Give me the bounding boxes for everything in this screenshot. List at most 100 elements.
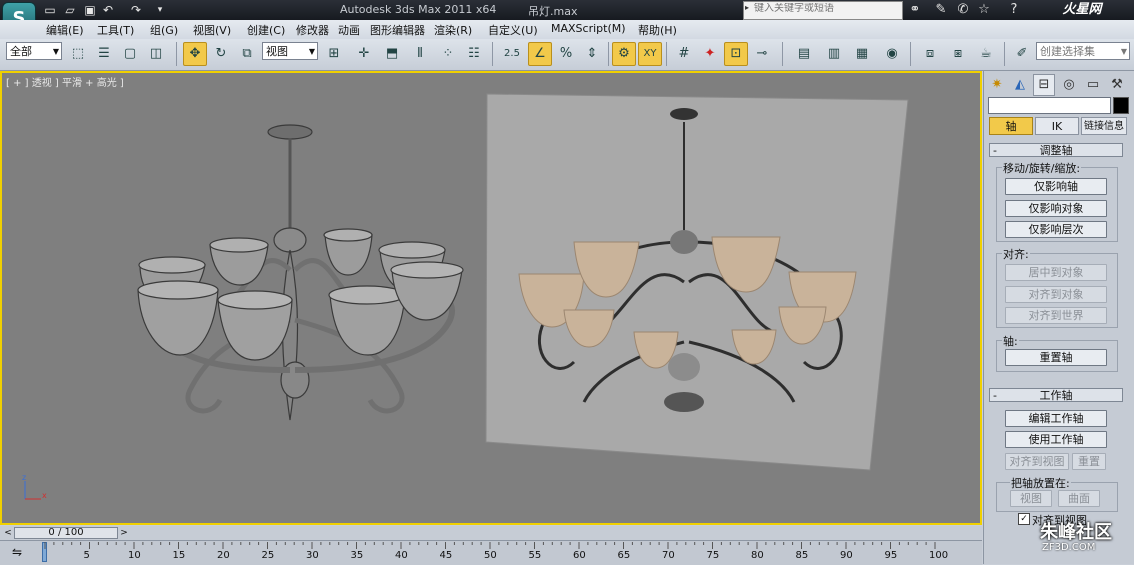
create-tab-icon[interactable]: ✷ [986, 74, 1008, 96]
working-pivot-rollout[interactable]: - 工作轴 [989, 388, 1123, 402]
window-crossing-icon[interactable]: ◫ [144, 42, 168, 66]
spinner-snap-icon[interactable]: ⇕ [580, 42, 604, 66]
object-name-field[interactable] [988, 97, 1111, 114]
chevron-down-icon: ▼ [52, 47, 59, 56]
track-bar-tick-label: 10 [128, 550, 141, 561]
teapot-render-icon[interactable]: ☕ [974, 42, 998, 66]
vertex-snap-icon[interactable]: ⊡ [724, 42, 748, 66]
align-to-view-checkbox[interactable]: ✓ [1018, 513, 1030, 525]
affect-object-only-button[interactable]: 仅影响对象 [1005, 200, 1107, 217]
tools-icon[interactable]: ✎ [932, 1, 950, 19]
object-color-swatch[interactable] [1113, 97, 1129, 114]
chandelier-3d-model[interactable] [130, 120, 470, 440]
place-view-button[interactable]: 视图 [1010, 490, 1052, 507]
display-tab-icon[interactable]: ▭ [1082, 74, 1104, 96]
redo-icon[interactable]: ↷ [128, 2, 144, 18]
save-file-icon[interactable]: ▣ [82, 2, 98, 18]
toolbar-separator [910, 42, 911, 66]
menu-customize[interactable]: 自定义(U) [488, 22, 538, 38]
menu-rendering[interactable]: 渲染(R) [434, 22, 472, 38]
time-slider-frame[interactable]: 0 / 100 [14, 527, 118, 539]
layer-manager-icon[interactable]: ☷ [462, 42, 486, 66]
axis-tripod [24, 481, 41, 500]
menu-maxscript[interactable]: MAXScript(M) [551, 22, 626, 35]
undo-icon[interactable]: ↶ [100, 2, 116, 18]
help-icon[interactable]: ? [1005, 1, 1023, 19]
search-expand-icon[interactable]: ▸ [745, 3, 749, 12]
tab-link-info[interactable]: 链接信息 [1081, 117, 1127, 135]
select-by-name-icon[interactable]: ☰ [92, 42, 116, 66]
tab-pivot[interactable]: 轴 [989, 117, 1033, 135]
affect-hierarchy-only-button[interactable]: 仅影响层次 [1005, 221, 1107, 238]
rendered-frame-icon[interactable]: ⧈ [918, 42, 942, 66]
select-manipulate-icon[interactable]: ✛ [352, 42, 376, 66]
angle-snap-icon[interactable]: ∠ [528, 42, 552, 66]
time-slider-next-button[interactable]: > [118, 527, 130, 539]
axis-constraint-xy-icon[interactable]: XY [638, 42, 662, 66]
search-input[interactable] [754, 3, 894, 14]
brand-logo: 火星网 [1062, 2, 1102, 17]
mirror-icon[interactable]: ⫴ [408, 42, 432, 66]
menu-animation[interactable]: 动画 [338, 22, 360, 38]
use-working-pivot-button[interactable]: 使用工作轴 [1005, 431, 1107, 448]
binoculars-icon[interactable]: ⚭ [906, 1, 924, 19]
communication-icon[interactable]: ✆ [954, 1, 972, 19]
center-to-object-button[interactable]: 居中到对象 [1005, 264, 1107, 281]
selection-filter-dropdown[interactable]: 全部 ▼ [6, 42, 62, 60]
favorites-icon[interactable]: ☆ [975, 1, 993, 19]
menu-views[interactable]: 视图(V) [193, 22, 231, 38]
percent-snap-icon[interactable]: % [554, 42, 578, 66]
keyboard-shortcut-override-icon[interactable]: ⬒ [380, 42, 404, 66]
reset-button[interactable]: 重置 [1072, 453, 1106, 470]
adjust-pivot-rollout[interactable]: - 调整轴 [989, 143, 1123, 157]
render-production-icon[interactable]: ⧆ [946, 42, 970, 66]
pivot-center-icon[interactable]: ⊞ [322, 42, 346, 66]
grid-snap-icon[interactable]: # [672, 42, 696, 66]
motion-tab-icon[interactable]: ◎ [1058, 74, 1080, 96]
hierarchy-tab-icon[interactable]: ⊟ [1033, 74, 1055, 96]
render-setup-icon[interactable]: ◉ [880, 42, 904, 66]
open-file-icon[interactable]: ▱ [62, 2, 78, 18]
align-to-object-button[interactable]: 对齐到对象 [1005, 286, 1107, 303]
named-selection-dropdown[interactable]: 创建选择集 ▼ [1036, 42, 1130, 60]
select-and-scale-icon[interactable]: ⧉ [235, 42, 259, 66]
align-icon[interactable]: ⁘ [436, 42, 460, 66]
new-file-icon[interactable]: ▭ [42, 2, 58, 18]
select-object-icon[interactable]: ⬚ [66, 42, 90, 66]
modify-tab-icon[interactable]: ◭ [1009, 74, 1031, 96]
align-to-view-button[interactable]: 对齐到视图 [1005, 453, 1069, 470]
tab-ik[interactable]: IK [1035, 117, 1079, 135]
snap-settings-icon[interactable]: ⚙ [612, 42, 636, 66]
menu-modifiers[interactable]: 修改器 [296, 22, 329, 38]
menu-help[interactable]: 帮助(H) [638, 22, 677, 38]
menu-create[interactable]: 创建(C) [247, 22, 285, 38]
pivot-snap-icon[interactable]: ✦ [698, 42, 722, 66]
material-editor-icon[interactable]: ▦ [850, 42, 874, 66]
rectangle-selection-icon[interactable]: ▢ [118, 42, 142, 66]
menu-graph-editors[interactable]: 图形编辑器 [370, 22, 425, 38]
schematic-view-icon[interactable]: ▥ [822, 42, 846, 66]
viewport-label[interactable]: [ + ] 透视 ] 平滑 + 高光 ] [6, 74, 124, 89]
select-and-move-icon[interactable]: ✥ [183, 42, 207, 66]
reset-pivot-button[interactable]: 重置轴 [1005, 349, 1107, 366]
edit-working-pivot-button[interactable]: 编辑工作轴 [1005, 410, 1107, 427]
curve-editor-icon[interactable]: ▤ [792, 42, 816, 66]
named-selection-edit-icon[interactable]: ✐ [1010, 42, 1034, 66]
place-surface-button[interactable]: 曲面 [1058, 490, 1100, 507]
menu-group[interactable]: 组(G) [150, 22, 178, 38]
reference-image-plane[interactable] [484, 92, 910, 474]
menu-edit[interactable]: 编辑(E) [46, 22, 84, 38]
affect-pivot-only-button[interactable]: 仅影响轴 [1005, 178, 1107, 195]
reference-coordinate-dropdown[interactable]: 视图 ▼ [262, 42, 318, 60]
snaps-toggle-button[interactable]: 2.5 [500, 42, 524, 66]
menu-tools[interactable]: 工具(T) [97, 22, 134, 38]
select-and-rotate-icon[interactable]: ↻ [209, 42, 233, 66]
utilities-tab-icon[interactable]: ⚒ [1106, 74, 1128, 96]
quick-access-dropdown-icon[interactable]: ▾ [152, 2, 168, 18]
align-to-world-button[interactable]: 对齐到世界 [1005, 307, 1107, 324]
adjust-pivot-title: 调整轴 [1039, 144, 1073, 157]
toolbar-separator [608, 42, 609, 66]
edge-snap-icon[interactable]: ⊸ [750, 42, 774, 66]
track-bar-tick-label: 90 [840, 550, 853, 561]
time-slider-prev-button[interactable]: < [2, 527, 14, 539]
